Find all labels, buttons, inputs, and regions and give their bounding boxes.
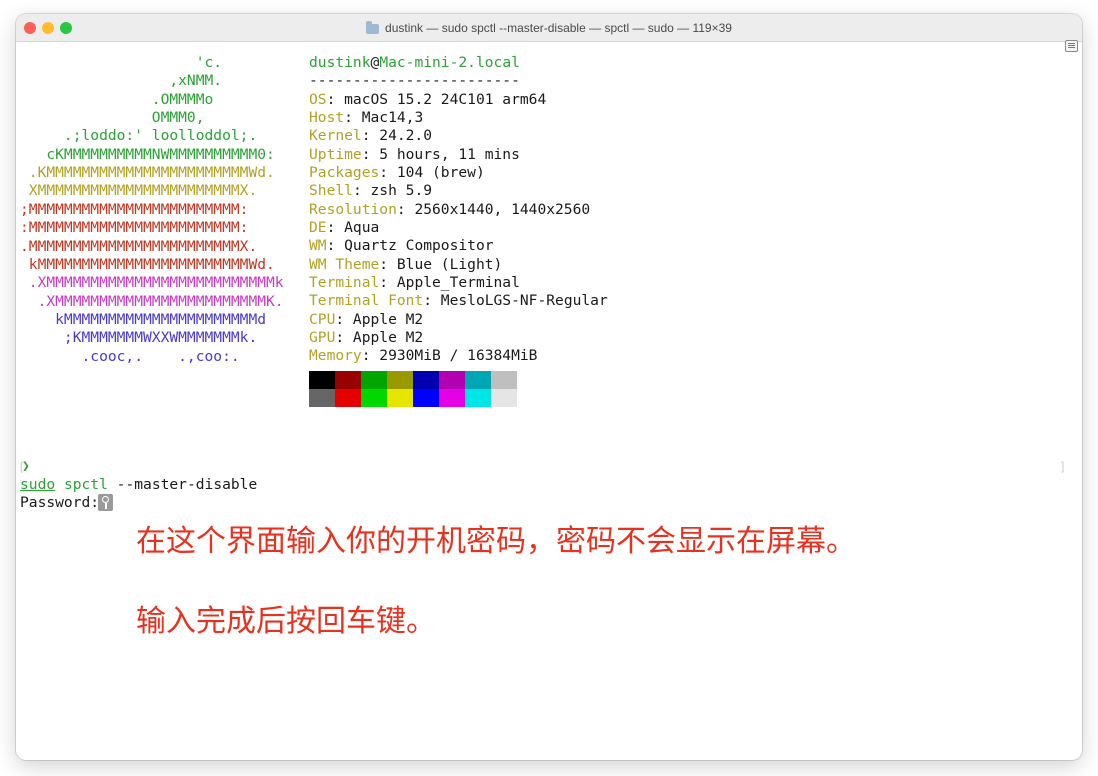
logo-line: .XMMMMMMMMMMMMMMMMMMMMMMMMK. xyxy=(20,292,284,310)
palette-swatch xyxy=(361,389,387,407)
logo-line: .cooc,. .,coo:. xyxy=(20,347,240,365)
info-value: : macOS 15.2 24C101 arm64 xyxy=(326,90,547,108)
palette-swatch xyxy=(309,389,335,407)
title-bar[interactable]: dustink — sudo spctl --master-disable — … xyxy=(16,14,1082,42)
cmd-args: --master-disable xyxy=(107,476,258,493)
mark-bracket-right: ] xyxy=(1059,460,1067,474)
info-label: Shell xyxy=(309,182,353,200)
logo-line: .;loddo:' loolloddol;. xyxy=(20,127,258,145)
info-value: : Apple_Terminal xyxy=(379,274,520,291)
info-label: Packages xyxy=(309,163,380,181)
palette-swatch xyxy=(439,371,465,389)
info-row: GPU: Apple M2 xyxy=(309,329,423,347)
info-value: : Apple M2 xyxy=(335,310,424,328)
palette-swatch xyxy=(387,389,413,407)
logo-line: ,xNMM. xyxy=(20,72,223,90)
palette-swatch xyxy=(491,371,517,389)
info-row: Memory: 2930MiB / 16384MiB xyxy=(309,347,537,365)
info-row: CPU: Apple M2 xyxy=(309,311,423,329)
info-value: : Quartz Compositor xyxy=(326,237,494,255)
info-row: Terminal Font: MesloLGS-NF-Regular xyxy=(309,292,608,310)
palette-swatch xyxy=(335,389,361,407)
info-user: dustink xyxy=(309,54,371,71)
logo-line: .MMMMMMMMMMMMMMMMMMMMMMMMX. xyxy=(20,237,258,255)
info-row: Shell: zsh 5.9 xyxy=(309,182,432,200)
info-separator: ------------------------ xyxy=(309,72,520,89)
info-label: Memory xyxy=(309,347,362,365)
info-label: Terminal xyxy=(309,274,380,291)
info-label: GPU xyxy=(309,329,336,347)
prompt-arrow: ❯ xyxy=(22,459,30,474)
info-label: Uptime xyxy=(309,145,362,163)
cmd-sudo: sudo xyxy=(20,476,56,493)
logo-line: ;MMMMMMMMMMMMMMMMMMMMMMMM: xyxy=(20,200,249,218)
logo-line: kMMMMMMMMMMMMMMMMMMMMMMd xyxy=(20,310,267,328)
info-row: Resolution: 2560x1440, 1440x2560 xyxy=(309,201,590,219)
info-row: Terminal: Apple_Terminal xyxy=(309,274,520,292)
info-row: DE: Aqua xyxy=(309,219,379,237)
window-title: dustink — sudo spctl --master-disable — … xyxy=(16,14,1082,41)
logo-line: kMMMMMMMMMMMMMMMMMMMMMMMMWd. xyxy=(20,255,275,273)
logo-line: XMMMMMMMMMMMMMMMMMMMMMMMX. xyxy=(20,182,258,200)
logo-line: .KMMMMMMMMMMMMMMMMMMMMMMMWd. xyxy=(20,164,275,182)
info-row: WM: Quartz Compositor xyxy=(309,237,494,255)
folder-icon xyxy=(366,20,380,34)
palette-swatch xyxy=(465,371,491,389)
window-title-text: dustink — sudo spctl --master-disable — … xyxy=(385,20,732,35)
info-user-host: dustink@Mac-mini-2.local xyxy=(309,54,520,72)
palette-swatch xyxy=(491,389,517,407)
annotation-line-2: 输入完成后按回车键。 xyxy=(136,604,436,639)
logo-line: cKMMMMMMMMMMNWMMMMMMMMMM0: xyxy=(20,145,275,163)
palette-swatch xyxy=(465,389,491,407)
info-value: : 104 (brew) xyxy=(379,163,485,181)
palette-swatch xyxy=(439,389,465,407)
annotation-line-1: 在这个界面输入你的开机密码，密码不会显示在屏幕。 xyxy=(136,524,856,559)
info-host: Mac-mini-2.local xyxy=(379,54,520,71)
info-value: : Blue (Light) xyxy=(379,255,503,273)
info-row: OS: macOS 15.2 24C101 arm64 xyxy=(309,91,546,109)
cmd-spctl: spctl xyxy=(63,476,108,493)
info-row: Uptime: 5 hours, 11 mins xyxy=(309,146,520,164)
palette-swatch xyxy=(335,371,361,389)
info-row: Host: Mac14,3 xyxy=(309,109,423,127)
info-at: @ xyxy=(370,54,380,71)
logo-line: .OMMMMo xyxy=(20,90,214,108)
info-value: : 24.2.0 xyxy=(361,127,433,145)
info-value: : 2930MiB / 16384MiB xyxy=(361,347,538,365)
info-label: CPU xyxy=(309,310,336,328)
logo-line: .XMMMMMMMMMMMMMMMMMMMMMMMMMMk xyxy=(20,274,284,292)
info-label: WM xyxy=(309,237,327,255)
password-label: Password: xyxy=(20,494,100,511)
info-value: : 5 hours, 11 mins xyxy=(361,145,520,163)
info-label: Kernel xyxy=(309,127,362,145)
logo-line: ;KMMMMMMMWXXWMMMMMMMk. xyxy=(20,329,258,347)
terminal-window: dustink — sudo spctl --master-disable — … xyxy=(16,14,1082,760)
info-row: Packages: 104 (brew) xyxy=(309,164,485,182)
palette-swatch xyxy=(387,371,413,389)
logo-line: OMMM0, xyxy=(20,109,205,127)
palette-swatch xyxy=(413,389,439,407)
info-label: Terminal Font xyxy=(309,292,424,310)
info-value: : 2560x1440, 1440x2560 xyxy=(396,200,591,218)
info-value: : Apple M2 xyxy=(335,329,424,347)
palette-swatch xyxy=(361,371,387,389)
info-value: : Mac14,3 xyxy=(344,108,424,126)
logo-line: :MMMMMMMMMMMMMMMMMMMMMMMM: xyxy=(20,219,249,237)
info-row: WM Theme: Blue (Light) xyxy=(309,256,502,274)
info-row: Kernel: 24.2.0 xyxy=(309,127,432,145)
info-value: : Aqua xyxy=(326,218,380,236)
info-value: : zsh 5.9 xyxy=(352,182,433,200)
info-label: DE xyxy=(309,218,327,236)
key-icon xyxy=(98,494,113,511)
palette-swatch xyxy=(413,371,439,389)
info-label: OS xyxy=(309,90,327,108)
terminal-content[interactable]: 'c. ,xNMM. .OMMMMo OMMM0, .;loddo:' lool… xyxy=(16,42,1082,760)
info-label: Host xyxy=(309,108,345,126)
info-label: Resolution xyxy=(309,200,397,218)
command-line: sudo spctl --master-disable xyxy=(20,476,257,494)
info-value: : MesloLGS-NF-Regular xyxy=(423,292,608,310)
logo-line: 'c. xyxy=(20,54,223,71)
palette-swatch xyxy=(309,371,335,389)
info-label: WM Theme xyxy=(309,255,380,273)
